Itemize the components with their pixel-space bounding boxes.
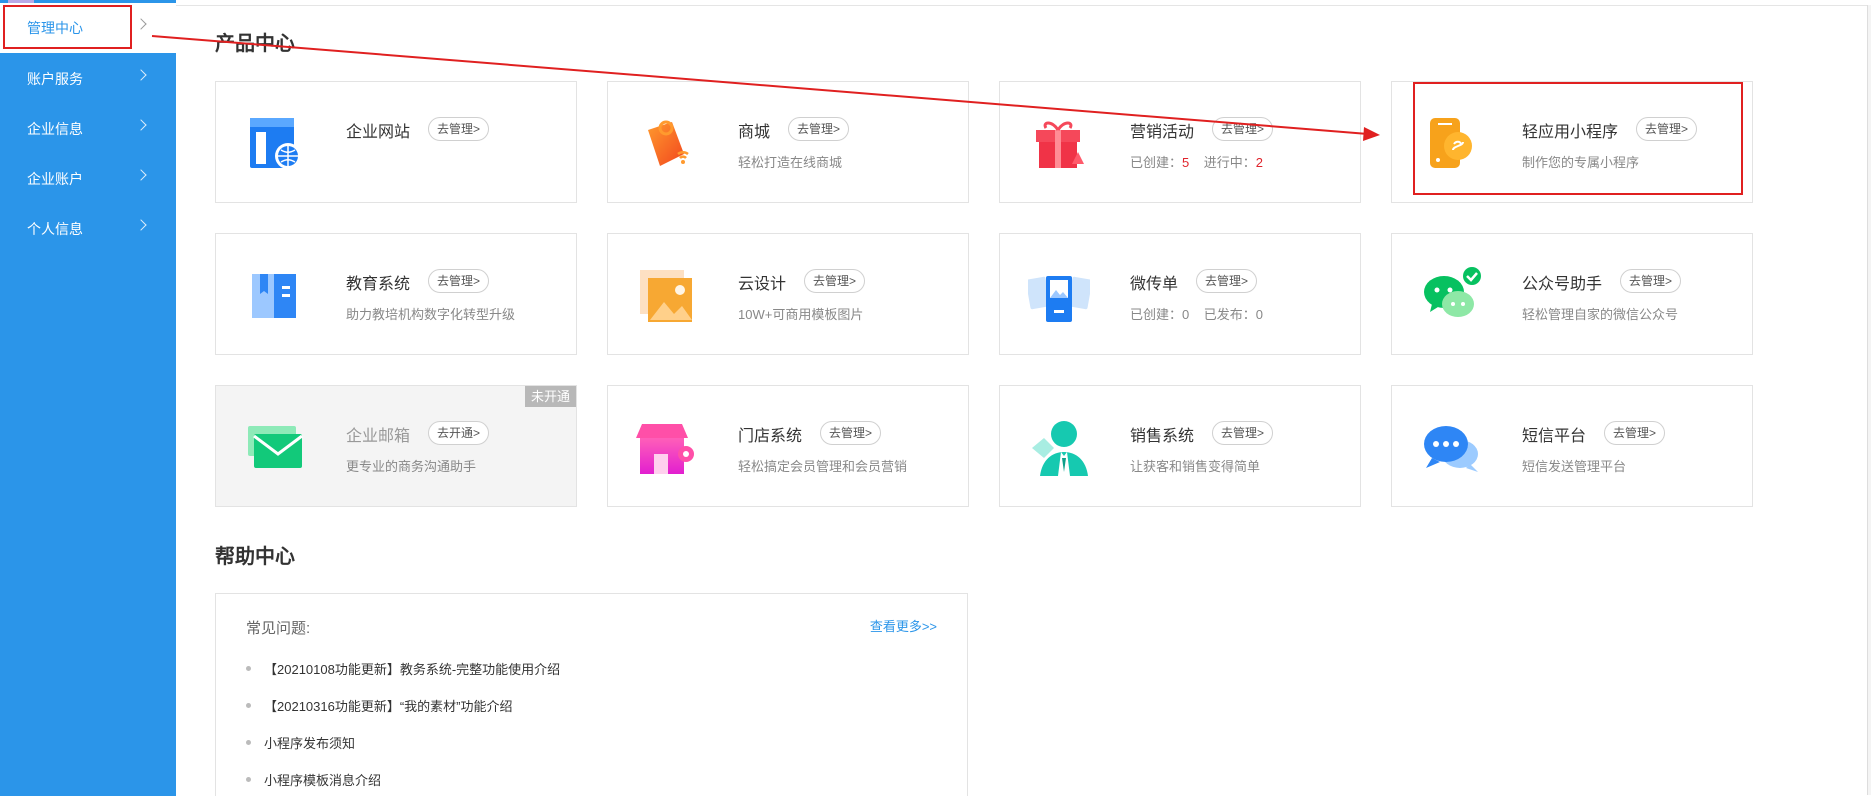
- manage-button[interactable]: 去管理>: [1620, 269, 1682, 293]
- mail-icon: [248, 426, 303, 468]
- activate-button[interactable]: 去开通>: [428, 421, 490, 445]
- sidebar: 管理中心 账户服务 企业信息 企业账户 个人信息: [0, 0, 176, 796]
- flyer-icon: [1028, 276, 1090, 322]
- scrollbar[interactable]: [1867, 5, 1871, 795]
- manage-button[interactable]: 去管理>: [428, 269, 490, 293]
- annotation-box-sidebar: [3, 5, 132, 49]
- published-count: 0: [1255, 307, 1263, 322]
- sidebar-item-label: 个人信息: [27, 221, 83, 237]
- wechat-icon: [1424, 267, 1481, 317]
- created-count: 0: [1182, 307, 1190, 322]
- product-stats: 已创建：0 已发布：0: [1130, 307, 1263, 322]
- product-name: 公众号助手: [1522, 276, 1603, 293]
- product-card-flyer[interactable]: 微传单 去管理> 已创建：0 已发布：0: [999, 233, 1361, 355]
- shop-tag-icon: [648, 120, 689, 166]
- product-name: 云设计: [738, 276, 787, 293]
- book-icon: [252, 274, 296, 318]
- help-center-title: 帮助中心: [215, 546, 295, 568]
- website-icon: [250, 118, 301, 169]
- created-count: 5: [1182, 155, 1190, 170]
- product-name: 微传单: [1130, 276, 1179, 293]
- product-name: 教育系统: [346, 276, 411, 293]
- product-card-marketing[interactable]: 营销活动 去管理> 已创建：5 进行中：2: [999, 81, 1361, 203]
- sidebar-item-account-services[interactable]: 账户服务: [0, 54, 176, 104]
- product-name: 商城: [738, 124, 771, 141]
- product-desc: 10W+可商用模板图片: [738, 307, 864, 322]
- sidebar-item-company-info[interactable]: 企业信息: [0, 104, 176, 154]
- product-name: 营销活动: [1130, 124, 1195, 141]
- product-desc: 轻松搞定会员管理和会员营销: [738, 459, 908, 474]
- store-icon: [636, 424, 694, 474]
- sidebar-item-label: 企业信息: [27, 121, 83, 137]
- chevron-right-icon: [135, 18, 147, 30]
- product-card-official-account[interactable]: 公众号助手 去管理> 轻松管理自家的微信公众号: [1391, 233, 1753, 355]
- manage-button[interactable]: 去管理>: [804, 269, 866, 293]
- product-card-sms[interactable]: 短信平台 去管理> 短信发送管理平台: [1391, 385, 1753, 507]
- product-desc: 让获客和销售变得简单: [1130, 459, 1261, 474]
- image-design-icon: [640, 270, 692, 322]
- faq-item[interactable]: 【20210316功能更新】“我的素材”功能介绍: [246, 696, 513, 715]
- product-desc: 轻松管理自家的微信公众号: [1522, 307, 1679, 322]
- faq-item[interactable]: 【20210108功能更新】教务系统-完整功能使用介绍: [245, 659, 560, 678]
- running-count: 2: [1255, 155, 1263, 170]
- product-card-cloud-design[interactable]: 云设计 去管理> 10W+可商用模板图片: [607, 233, 969, 355]
- manage-button[interactable]: 去管理>: [1196, 269, 1258, 293]
- annotation-box-mini-program: [1413, 82, 1743, 195]
- sidebar-item-personal-info[interactable]: 个人信息: [0, 204, 176, 254]
- product-card-education[interactable]: 教育系统 去管理> 助力教培机构数字化转型升级: [215, 233, 577, 355]
- faq-item[interactable]: 小程序发布须知: [245, 733, 355, 752]
- product-name: 销售系统: [1130, 428, 1195, 445]
- product-card-enterprise-mail[interactable]: 企业邮箱 去开通> 更专业的商务沟通助手 未开通: [215, 385, 577, 507]
- view-more-link[interactable]: 查看更多>>: [870, 616, 937, 635]
- chevron-right-icon: [135, 169, 147, 181]
- product-card-mall[interactable]: 商城 去管理> 轻松打造在线商城: [607, 81, 969, 203]
- product-desc: 短信发送管理平台: [1522, 459, 1627, 474]
- sales-person-icon: [1032, 421, 1088, 476]
- product-desc: 轻松打造在线商城: [738, 155, 843, 170]
- gift-icon: [1036, 121, 1084, 168]
- chevron-right-icon: [135, 69, 147, 81]
- product-stats: 已创建：5 进行中：2: [1130, 155, 1263, 170]
- chevron-right-icon: [135, 119, 147, 131]
- faq-label: 常见问题:: [246, 620, 311, 637]
- product-name: 门店系统: [738, 428, 803, 445]
- top-divider: [176, 5, 1871, 6]
- product-desc: 助力教培机构数字化转型升级: [346, 307, 516, 322]
- product-card-website[interactable]: 企业网站 去管理>: [215, 81, 577, 203]
- manage-button[interactable]: 去管理>: [1212, 117, 1274, 141]
- manage-button[interactable]: 去管理>: [788, 117, 850, 141]
- not-activated-badge: 未开通: [524, 386, 576, 407]
- product-name: 短信平台: [1522, 428, 1587, 445]
- faq-item[interactable]: 小程序模板消息介绍: [245, 770, 381, 789]
- sidebar-item-company-account[interactable]: 企业账户: [0, 154, 176, 204]
- product-desc: 更专业的商务沟通助手: [346, 459, 477, 474]
- product-card-store[interactable]: 门店系统 去管理> 轻松搞定会员管理和会员营销: [607, 385, 969, 507]
- manage-button[interactable]: 去管理>: [428, 117, 490, 141]
- product-name: 企业邮箱: [346, 428, 411, 445]
- product-name: 企业网站: [346, 124, 411, 141]
- product-card-sales[interactable]: 销售系统 去管理> 让获客和销售变得简单: [999, 385, 1361, 507]
- manage-button[interactable]: 去管理>: [1212, 421, 1274, 445]
- help-panel: 常见问题: 查看更多>> 【20210108功能更新】教务系统-完整功能使用介绍…: [215, 593, 968, 796]
- manage-button[interactable]: 去管理>: [820, 421, 882, 445]
- sidebar-item-label: 账户服务: [27, 71, 83, 87]
- sidebar-item-label: 企业账户: [27, 171, 83, 187]
- chevron-right-icon: [135, 219, 147, 231]
- product-center-title: 产品中心: [215, 33, 295, 55]
- sms-chat-icon: [1424, 426, 1478, 472]
- manage-button[interactable]: 去管理>: [1604, 421, 1666, 445]
